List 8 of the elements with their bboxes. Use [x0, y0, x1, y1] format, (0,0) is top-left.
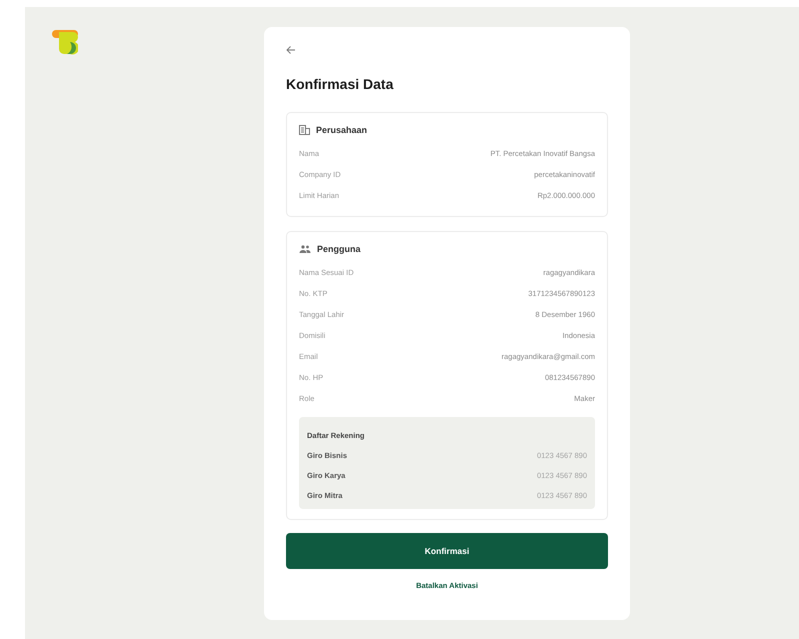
page-title: Konfirmasi Data: [286, 76, 394, 92]
back-arrow-icon[interactable]: [286, 45, 296, 55]
confirm-button[interactable]: Konfirmasi: [286, 533, 608, 569]
section-title: Pengguna: [317, 244, 361, 254]
section-title: Perusahaan: [316, 125, 368, 135]
building-icon: [299, 125, 310, 135]
logo-icon: [52, 30, 78, 56]
people-icon: [299, 245, 311, 253]
